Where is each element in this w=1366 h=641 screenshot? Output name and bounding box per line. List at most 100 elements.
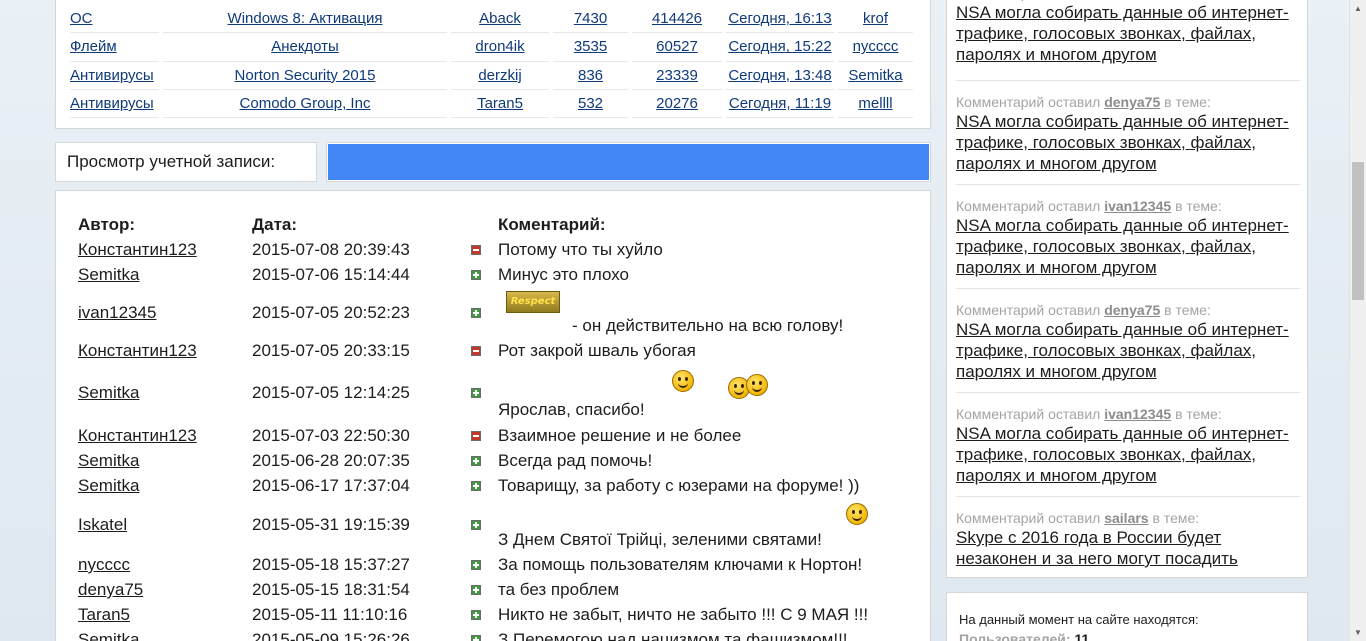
scroll-up-arrow-icon[interactable]: ▲ [1350, 0, 1366, 17]
topic-link[interactable]: NSA могла собирать данные об интернет-тр… [956, 215, 1300, 278]
comment-text: та без проблем [498, 580, 620, 599]
comment-text: Потому что ты хуйло [498, 240, 663, 259]
topic-link[interactable]: NSA могла собирать данные об интернет-тр… [956, 111, 1300, 174]
waving-smiley-icon [672, 370, 694, 392]
topic-last-poster-link[interactable]: mellll [858, 95, 892, 112]
topic-date-link[interactable]: Сегодня, 11:19 [729, 95, 831, 112]
topic-link[interactable]: Skype с 2016 года в России будет незакон… [956, 527, 1300, 569]
plus-icon [471, 270, 481, 280]
account-view-label: Просмотр учетной записи: [55, 142, 317, 182]
online-users-panel: На данный момент на сайте находятся: Пол… [946, 592, 1308, 641]
comment-author-link[interactable]: ivan12345 [78, 303, 156, 323]
latest-comment-item: Комментарий оставил denya75 в теме: NSA … [956, 289, 1300, 393]
topic-forum-link[interactable]: Антивирусы [70, 95, 154, 112]
comment-meta: Комментарий оставил sailars в теме: [956, 510, 1200, 526]
comment-column-header: Коментарий: [498, 215, 606, 234]
comment-date: 2015-05-15 18:31:54 [252, 580, 410, 599]
date-column-header: Дата: [252, 215, 298, 234]
comment-text: Ярослав, спасибо! [498, 400, 645, 419]
comment-text: Минус это плохо [498, 265, 629, 284]
topic-author-link[interactable]: Taran5 [477, 95, 523, 112]
topic-author-link[interactable]: Aback [479, 10, 521, 27]
latest-comment-item: Комментарий оставил sailars в теме: Skyp… [956, 497, 1300, 577]
commenter-link[interactable]: denya75 [1104, 302, 1160, 318]
comment-date: 2015-06-28 20:07:35 [252, 451, 410, 470]
comment-author-link[interactable]: Semitka [78, 476, 139, 496]
comment-author-link[interactable]: Константин123 [78, 341, 197, 361]
sidebar: Комментарий оставил ivan12345 в теме: NS… [946, 0, 1308, 641]
latest-comment-item: Комментарий оставил denya75 в теме: NSA … [956, 81, 1300, 185]
commenter-link[interactable]: ivan12345 [1104, 198, 1171, 214]
topic-replies-link[interactable]: 7430 [574, 10, 607, 27]
comment-author-link[interactable]: Константин123 [78, 426, 197, 446]
reputation-comments-panel: Автор: Дата: Коментарий: Константин123 2… [55, 190, 931, 641]
topic-title-link[interactable]: Windows 8: Активация [228, 10, 383, 27]
plus-icon [471, 388, 481, 398]
comment-date: 2015-05-31 19:15:39 [252, 515, 410, 534]
topic-views-link[interactable]: 414426 [652, 10, 702, 27]
topic-last-poster-link[interactable]: Semitka [848, 67, 902, 84]
plus-icon [471, 635, 481, 641]
comment-meta: Комментарий оставил denya75 в теме: [956, 302, 1211, 318]
topic-last-poster-link[interactable]: krof [863, 10, 888, 27]
latest-comment-item: Комментарий оставил ivan12345 в теме: NS… [956, 185, 1300, 289]
scroll-down-arrow-icon[interactable]: ▼ [1350, 624, 1366, 641]
plus-icon [471, 456, 481, 466]
main-column: ОС Windows 8: Активация Aback 7430 41442… [55, 0, 931, 641]
scrollbar-thumb[interactable] [1352, 162, 1364, 300]
topic-forum-link[interactable]: Антивирусы [70, 67, 154, 84]
topic-replies-link[interactable]: 532 [578, 95, 603, 112]
comment-meta: Комментарий оставил denya75 в теме: [956, 94, 1211, 110]
comment-meta: Комментарий оставил ivan12345 в теме: [956, 406, 1222, 422]
topic-link[interactable]: NSA могла собирать данные об интернет-тр… [956, 2, 1300, 65]
comment-author-link[interactable]: denya75 [78, 580, 143, 600]
smiley-icon [846, 503, 868, 525]
topic-author-link[interactable]: dron4ik [475, 38, 524, 55]
online-title: На данный момент на сайте находятся: [959, 612, 1199, 627]
topic-date-link[interactable]: Сегодня, 15:22 [728, 38, 831, 55]
topic-author-link[interactable]: derzkij [478, 67, 521, 84]
comment-author-link[interactable]: Semitka [78, 265, 139, 285]
hugging-smiley-icon [746, 374, 768, 396]
topic-views-link[interactable]: 23339 [656, 67, 698, 84]
account-view-bar [326, 142, 931, 182]
topic-views-link[interactable]: 60527 [656, 38, 698, 55]
comment-author-link[interactable]: Taran5 [78, 605, 130, 625]
respect-image-icon: Respect [506, 291, 560, 313]
comment-date: 2015-05-18 15:37:27 [252, 555, 410, 574]
topic-date-link[interactable]: Сегодня, 13:48 [728, 67, 831, 84]
table-row: Антивирусы Comodo Group, Inc Taran5 532 … [70, 90, 913, 119]
comment-author-link[interactable]: Константин123 [78, 240, 197, 260]
commenter-link[interactable]: ivan12345 [1104, 406, 1171, 422]
plus-icon [471, 520, 481, 530]
topic-forum-link[interactable]: Флейм [70, 38, 117, 55]
comment-date: 2015-05-09 15:26:26 [252, 630, 410, 641]
topic-link[interactable]: NSA могла собирать данные об интернет-тр… [956, 319, 1300, 382]
minus-icon [471, 431, 481, 441]
plus-icon [471, 585, 481, 595]
topic-replies-link[interactable]: 836 [578, 67, 603, 84]
comment-author-link[interactable]: Semitka [78, 383, 139, 403]
topic-title-link[interactable]: Анекдоты [271, 38, 339, 55]
comment-author-link[interactable]: Iskatel [78, 515, 127, 535]
topic-replies-link[interactable]: 3535 [574, 38, 607, 55]
comment-author-link[interactable]: Semitka [78, 630, 139, 641]
topic-title-link[interactable]: Comodo Group, Inc [240, 95, 371, 112]
topic-title-link[interactable]: Norton Security 2015 [235, 67, 376, 84]
comment-text: За помощь пользователям ключами к Нортон… [498, 555, 863, 574]
topic-date-link[interactable]: Сегодня, 16:13 [728, 10, 831, 27]
commenter-link[interactable]: sailars [1104, 510, 1148, 526]
comment-author-link[interactable]: Semitka [78, 451, 139, 471]
commenter-link[interactable]: ivan12345 [1104, 0, 1171, 1]
comment-date: 2015-07-06 15:14:44 [252, 265, 410, 284]
comment-date: 2015-06-17 17:37:04 [252, 476, 410, 495]
comment-meta: Комментарий оставил ivan12345 в теме: [956, 198, 1222, 214]
comment-author-link[interactable]: nycccc [78, 555, 130, 575]
topic-views-link[interactable]: 20276 [656, 95, 698, 112]
commenter-link[interactable]: denya75 [1104, 94, 1160, 110]
page-scrollbar[interactable]: ▲ ▼ [1349, 0, 1366, 641]
topic-last-poster-link[interactable]: nycccc [853, 38, 899, 55]
topic-link[interactable]: NSA могла собирать данные об интернет-тр… [956, 423, 1300, 486]
topic-forum-link[interactable]: ОС [70, 10, 93, 27]
page: ОС Windows 8: Активация Aback 7430 41442… [0, 0, 1349, 641]
